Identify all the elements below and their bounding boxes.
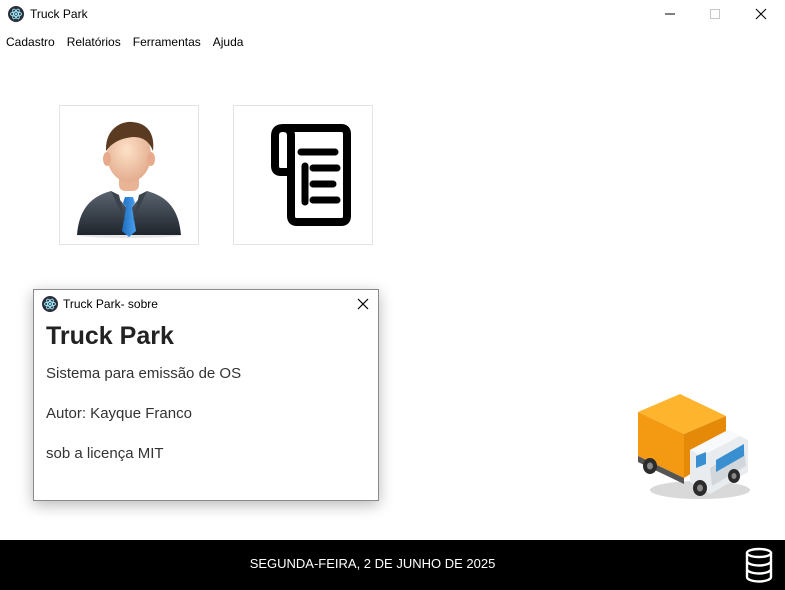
dialog-title: Truck Park- sobre — [63, 297, 158, 311]
user-tile[interactable] — [59, 105, 199, 245]
dialog-close-button[interactable] — [352, 294, 374, 314]
dialog-author: Autor: Kayque Franco — [46, 405, 192, 422]
status-bar: SEGUNDA-FEIRA, 2 DE JUNHO DE 2025 — [0, 540, 785, 590]
title-bar: Truck Park — [0, 0, 785, 28]
dialog-license: sob a licença MIT — [46, 445, 164, 462]
maximize-icon — [710, 9, 720, 19]
menu-ferramentas[interactable]: Ferramentas — [127, 32, 207, 52]
close-icon — [357, 298, 369, 310]
menu-relatorios[interactable]: Relatórios — [61, 32, 127, 52]
menu-ajuda[interactable]: Ajuda — [207, 32, 250, 52]
about-dialog: Truck Park- sobre Truck Park Sistema par… — [33, 289, 379, 501]
close-button[interactable] — [738, 0, 784, 28]
dialog-description: Sistema para emissão de OS — [46, 365, 242, 382]
minimize-button[interactable] — [647, 0, 693, 28]
truck-icon — [638, 394, 750, 499]
database-icon[interactable] — [744, 547, 774, 583]
menu-cadastro[interactable]: Cadastro — [0, 32, 61, 52]
close-icon — [755, 8, 767, 20]
window-title: Truck Park — [30, 7, 88, 21]
dialog-heading: Truck Park — [46, 322, 174, 350]
document-scroll-icon — [271, 124, 351, 226]
document-tile[interactable] — [233, 105, 373, 245]
status-date: SEGUNDA-FEIRA, 2 DE JUNHO DE 2025 — [249, 556, 496, 571]
minimize-icon — [665, 13, 675, 15]
menu-bar: Cadastro Relatórios Ferramentas Ajuda — [0, 32, 249, 52]
businessman-avatar-icon — [77, 121, 181, 238]
electron-icon — [42, 296, 58, 312]
electron-icon — [8, 6, 24, 22]
maximize-button[interactable] — [692, 0, 738, 28]
